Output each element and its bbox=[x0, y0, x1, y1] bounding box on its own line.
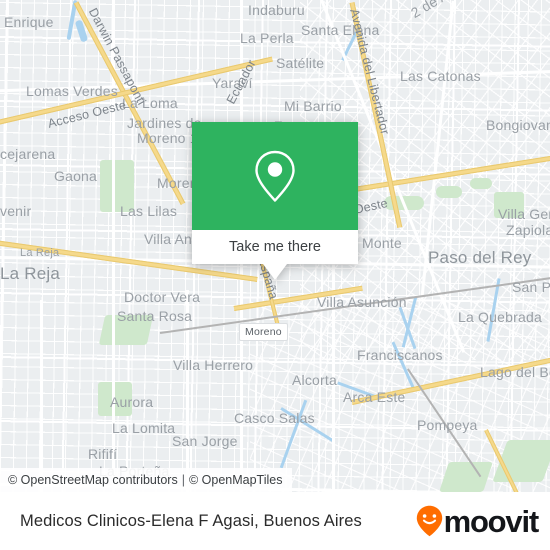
road-major bbox=[40, 300, 43, 492]
park-area bbox=[470, 178, 492, 189]
attribution-openmaptiles[interactable]: © OpenMapTiles bbox=[189, 473, 283, 487]
popup-pointer-tail bbox=[263, 264, 287, 280]
map-canvas[interactable]: EnriqueIndaburuSanta ElenaLa Perla2 de A… bbox=[0, 0, 550, 492]
destination-popup[interactable]: Take me there bbox=[192, 122, 358, 280]
road-major bbox=[186, 290, 189, 492]
popup-header bbox=[192, 122, 358, 230]
moovit-pin-icon bbox=[416, 505, 442, 537]
park-area bbox=[100, 160, 134, 212]
park-area bbox=[436, 186, 462, 198]
attribution-osm[interactable]: © OpenStreetMap contributors bbox=[8, 473, 178, 487]
park-area bbox=[98, 315, 154, 345]
map-attribution: © OpenStreetMap contributors | © OpenMap… bbox=[0, 468, 293, 492]
park-area bbox=[494, 192, 524, 218]
take-me-there-label: Take me there bbox=[229, 239, 321, 255]
page-title: Medicos Clinicos-Elena F Agasi, Buenos A… bbox=[20, 511, 362, 530]
attribution-separator: | bbox=[181, 473, 185, 487]
map-pin-icon bbox=[255, 150, 295, 202]
moovit-wordmark: moovit bbox=[443, 503, 540, 539]
page-footer: Medicos Clinicos-Elena F Agasi, Buenos A… bbox=[0, 492, 550, 550]
park-area bbox=[98, 382, 132, 416]
screenshot-root: EnriqueIndaburuSanta ElenaLa Perla2 de A… bbox=[0, 0, 550, 550]
take-me-there-button[interactable]: Take me there bbox=[192, 230, 358, 264]
moovit-logo[interactable]: moovit bbox=[416, 503, 540, 539]
